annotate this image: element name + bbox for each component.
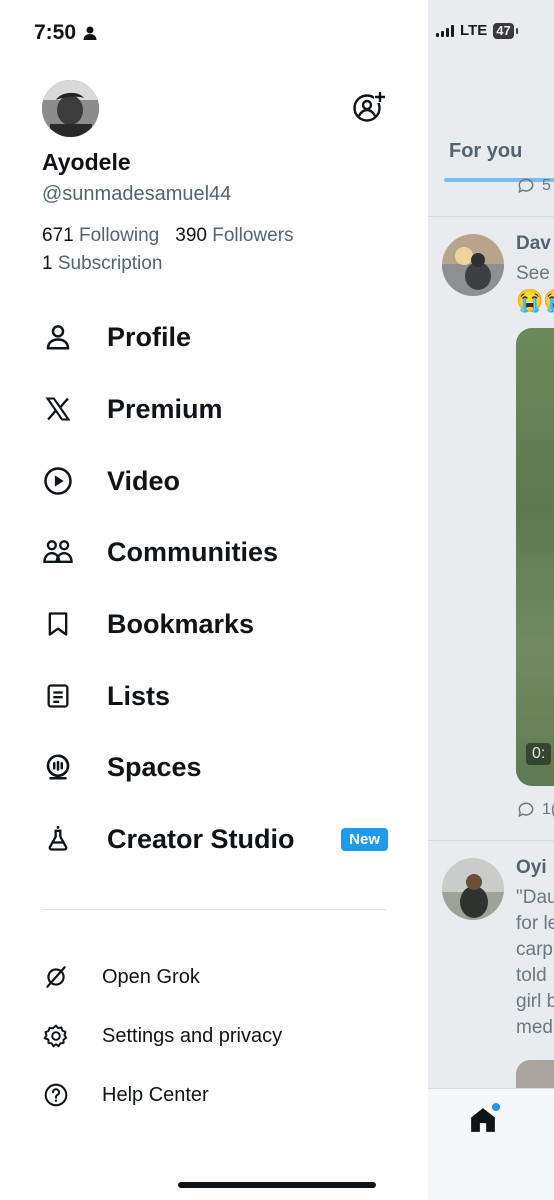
add-account-icon <box>353 91 386 122</box>
video-time: 0: <box>526 743 552 765</box>
reply-count[interactable]: 5 <box>516 176 551 196</box>
person-status-icon <box>83 26 97 40</box>
bottom-tab-bar <box>428 1088 554 1200</box>
menu-item-label: Spaces <box>107 751 202 782</box>
menu-item-video[interactable]: Video <box>42 457 388 505</box>
signal-icon <box>436 24 454 37</box>
spaces-icon <box>42 751 74 783</box>
menu-item-lists[interactable]: Lists <box>42 672 388 720</box>
bookmark-icon <box>42 608 74 640</box>
menu-item-label: Video <box>107 465 181 496</box>
handle: @sunmadesamuel44 <box>42 183 232 205</box>
side-drawer: 7:50 Ayodele @sunmadesamuel44 671 Follow… <box>0 0 428 1200</box>
post-author-name[interactable]: Dav <box>516 233 551 255</box>
menu-item-label: Open Grok <box>102 965 200 988</box>
post-video[interactable] <box>516 328 554 786</box>
menu-item-profile[interactable]: Profile <box>42 313 388 361</box>
reply-count[interactable]: 1( <box>516 800 554 820</box>
emoji-icon: 😭😭 <box>516 288 554 313</box>
status-bar-right: LTE 47 <box>436 22 519 39</box>
post-text-line: girl b <box>516 991 554 1012</box>
post-text: See <box>516 263 550 284</box>
status-time: 7:50 <box>34 21 77 44</box>
new-badge: New <box>341 827 388 851</box>
communities-icon <box>42 536 74 568</box>
menu-item-bookmarks[interactable]: Bookmarks <box>42 600 388 648</box>
menu-item-label: Profile <box>107 321 192 352</box>
grok-icon <box>42 963 70 991</box>
reply-icon <box>518 802 534 818</box>
menu-item-spaces[interactable]: Spaces <box>42 743 388 791</box>
divider <box>428 840 554 841</box>
flask-icon <box>42 823 74 855</box>
post-text-line: told <box>516 965 547 986</box>
tab-for-you[interactable]: For you <box>449 140 522 163</box>
display-name[interactable]: Ayodele <box>42 149 131 176</box>
follow-stats: 671 Following 390 Followers <box>42 225 294 247</box>
avatar[interactable] <box>442 858 504 920</box>
divider <box>428 216 554 217</box>
avatar[interactable] <box>442 234 504 296</box>
list-icon <box>42 680 74 712</box>
followers-link[interactable]: 390 Followers <box>175 225 293 246</box>
divider <box>42 909 386 910</box>
menu-item-label: Lists <box>107 680 171 711</box>
status-bar-left: 7:50 <box>34 21 98 45</box>
notification-dot <box>492 1103 500 1111</box>
play-circle-icon <box>42 465 74 497</box>
post-text-line: "Dau <box>516 887 554 908</box>
menu-item-label: Communities <box>107 536 279 567</box>
reply-icon <box>518 178 534 194</box>
post-text-line: carp <box>516 939 553 960</box>
post-text-line: med <box>516 1017 553 1038</box>
menu-item-label: Settings and privacy <box>102 1024 283 1047</box>
x-logo-icon <box>42 393 74 425</box>
menu-item-label: Creator Studio <box>107 823 295 854</box>
home-indicator <box>178 1182 376 1188</box>
menu-item-communities[interactable]: Communities <box>42 528 388 576</box>
subscription-link[interactable]: 1 Subscription <box>42 253 162 275</box>
following-link[interactable]: 671 Following <box>42 225 159 246</box>
menu-item-label: Help Center <box>102 1083 209 1106</box>
menu-item-open-grok[interactable]: Open Grok <box>42 957 388 997</box>
menu-item-premium[interactable]: Premium <box>42 385 388 433</box>
add-account-button[interactable] <box>352 90 386 124</box>
timeline-background[interactable]: LTE 47 For you 5 Dav See 😭😭 0: 1( Oyi "D… <box>428 0 554 1200</box>
battery-icon: 47 <box>493 22 519 39</box>
post-author-name[interactable]: Oyi <box>516 857 547 879</box>
menu-item-label: Bookmarks <box>107 608 255 639</box>
help-icon <box>42 1081 70 1109</box>
menu-item-help-center[interactable]: Help Center <box>42 1075 388 1115</box>
menu-item-creator-studio[interactable]: Creator Studio New <box>42 815 388 863</box>
profile-avatar[interactable] <box>42 80 99 137</box>
post-text-line: for le <box>516 913 554 934</box>
menu-item-label: Premium <box>107 393 223 424</box>
gear-icon <box>42 1022 70 1050</box>
menu-item-settings[interactable]: Settings and privacy <box>42 1016 388 1056</box>
network-type: LTE <box>460 22 488 39</box>
person-icon <box>42 321 74 353</box>
